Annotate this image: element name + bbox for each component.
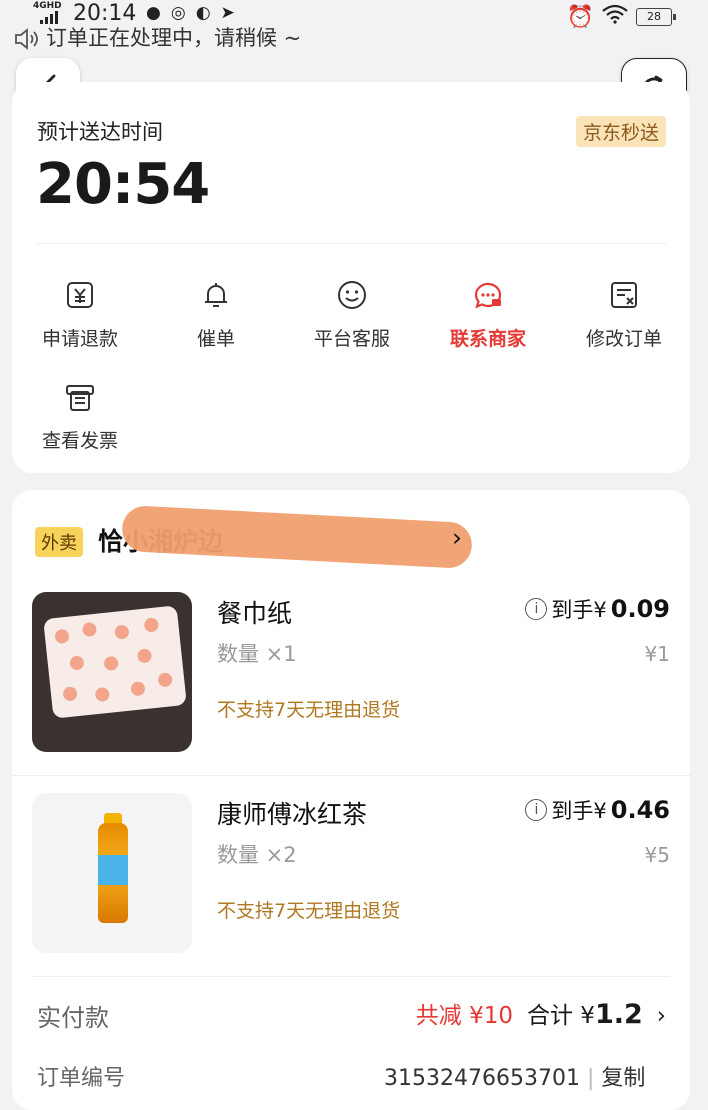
takeaway-tag: 外卖 [35, 527, 83, 557]
app-icon-2: ◐ [195, 3, 211, 23]
bell-icon [199, 278, 233, 312]
eta-time: 20:54 [36, 152, 210, 217]
contact-merchant-button[interactable]: 联系商家 [428, 278, 548, 351]
eta-label: 预计送达时间 [37, 120, 163, 144]
item-quantity: 数量 ×1 [217, 642, 297, 666]
return-policy-notice: 不支持7天无理由退货 [217, 900, 401, 922]
platform-service-label: 平台客服 [313, 328, 390, 350]
redaction-mark [121, 504, 473, 570]
edit-order-label: 修改订单 [585, 328, 662, 350]
wechat-icon: ● [146, 3, 161, 23]
platform-service-button[interactable]: 平台客服 [292, 278, 412, 351]
refund-icon [63, 278, 97, 312]
return-policy-notice: 不支持7天无理由退货 [217, 699, 401, 721]
battery-icon: 28 [636, 8, 676, 26]
invoice-icon [63, 380, 97, 414]
payment-summary[interactable]: 共减 ¥10 合计 ¥1.2 › [416, 996, 666, 1030]
app-icon-3: ➤ [220, 3, 235, 23]
item-quantity: 数量 ×2 [217, 843, 297, 867]
item-final-price: i 到手¥ 0.09 [525, 594, 670, 624]
refund-label: 申请退款 [41, 328, 118, 350]
service-smile-icon [335, 278, 369, 312]
item-original-price: ¥5 [644, 843, 670, 867]
item-final-price: i 到手¥ 0.46 [525, 795, 670, 825]
item-original-price: ¥1 [644, 642, 670, 666]
refund-button[interactable]: 申请退款 [20, 278, 140, 351]
order-card: 外卖 恰小湘炉边 › 餐巾纸 数量 ×1 不支持7天无理由退货 i 到手¥0.0… [12, 490, 690, 1110]
urge-label: 催单 [196, 328, 235, 350]
network-type: 4GHD [33, 1, 62, 11]
order-number-label: 订单编号 [37, 1066, 126, 1091]
edit-order-button[interactable]: 修改订单 [564, 278, 684, 351]
wifi-icon [602, 4, 628, 30]
divider [32, 976, 670, 977]
edit-order-icon [607, 278, 641, 312]
notification-icons: ● ◎ ◐ ➤ [146, 3, 235, 23]
payment-label: 实付款 [37, 1004, 109, 1032]
info-icon[interactable]: i [525, 598, 548, 620]
merchant-chat-icon [471, 278, 505, 312]
contact-merchant-label: 联系商家 [449, 328, 526, 350]
info-icon[interactable]: i [525, 799, 548, 821]
view-invoice-label: 查看发票 [41, 430, 118, 452]
discount-amount: 共减 ¥10 [415, 1003, 513, 1029]
chevron-right-icon[interactable]: › [452, 523, 462, 552]
service-badge: 京东秒送 [575, 116, 666, 147]
app-icon: ◎ [170, 3, 186, 23]
speaker-icon [14, 27, 40, 50]
alarm-icon: ⏰ [566, 4, 594, 30]
urge-button[interactable]: 催单 [156, 278, 276, 351]
total-amount: 合计 ¥1.2 [527, 999, 643, 1030]
view-invoice-button[interactable]: 查看发票 [20, 380, 140, 453]
item-name: 餐巾纸 [217, 599, 293, 628]
chevron-right-icon: › [656, 1003, 666, 1029]
processing-notice: 订单正在处理中，请稍候 ~ [14, 22, 301, 54]
delivery-card: 预计送达时间 20:54 京东秒送 申请退款 催单 平台客服 联系商家 修改订单 [12, 82, 690, 473]
divider [36, 243, 666, 244]
notice-text: 订单正在处理中，请稍候 ~ [46, 26, 302, 50]
divider [12, 775, 690, 776]
item-name: 康师傅冰红茶 [217, 800, 368, 829]
napkin-image[interactable] [32, 592, 192, 752]
copy-button[interactable]: 复制 [601, 1066, 645, 1091]
order-number: 31532476653701 | 复制 [384, 1066, 646, 1091]
iced-tea-image[interactable] [32, 793, 192, 953]
